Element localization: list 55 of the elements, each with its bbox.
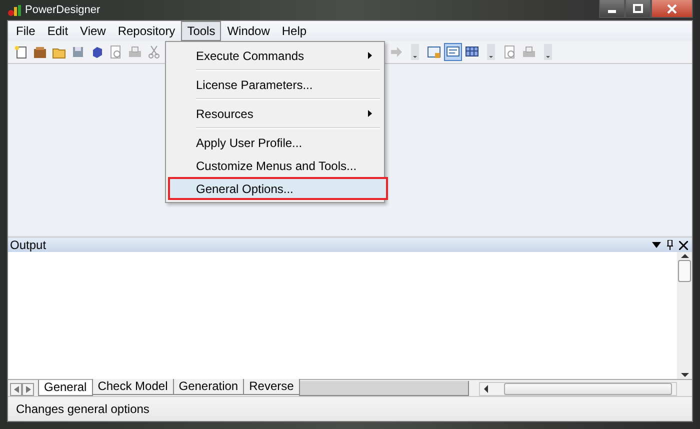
scissors-icon	[147, 45, 161, 59]
right-arrow-icon	[26, 386, 30, 393]
browser-window-icon	[427, 45, 441, 59]
print-preview-icon	[503, 45, 517, 59]
menu-item[interactable]: Window	[221, 21, 276, 41]
vertical-scrollbar[interactable]	[677, 252, 692, 379]
menu-item[interactable]: View	[74, 21, 112, 41]
close-button[interactable]	[651, 0, 693, 18]
menu-option[interactable]: Resources	[168, 102, 382, 125]
save-icon	[71, 45, 85, 59]
close-icon[interactable]	[679, 240, 688, 250]
toolbar-button[interactable]	[444, 43, 462, 61]
minimize-button[interactable]	[599, 0, 625, 18]
menu-option[interactable]: Customize Menus and Tools...	[168, 154, 382, 177]
dropdown-icon[interactable]	[652, 242, 661, 248]
menu-item[interactable]: Repository	[112, 21, 182, 41]
horizontal-scrollbar[interactable]	[478, 382, 677, 396]
scroll-right-button[interactable]	[22, 383, 34, 396]
scrollbar-thumb[interactable]	[678, 260, 691, 282]
panel-title: Output	[10, 238, 46, 252]
left-arrow-icon	[14, 386, 18, 393]
menu-item[interactable]: Edit	[41, 21, 74, 41]
toolbar-options-icon	[487, 44, 495, 60]
menu-option[interactable]: General Options...	[168, 177, 388, 200]
status-text: Changes general options	[16, 402, 150, 416]
toolbar-options-icon	[544, 44, 552, 60]
menu-option[interactable]: Execute Commands	[168, 44, 382, 67]
output-tab[interactable]: Generation	[172, 379, 244, 395]
maximize-button[interactable]	[625, 0, 651, 18]
printer-icon	[128, 45, 142, 59]
menu-option[interactable]: Apply User Profile...	[168, 131, 382, 154]
minimize-icon	[608, 10, 616, 12]
output-window-icon	[446, 45, 460, 59]
menu-item[interactable]: Help	[276, 21, 313, 41]
grid-window-icon	[465, 45, 479, 59]
window-title: PowerDesigner	[25, 4, 100, 16]
new-document-icon	[14, 45, 28, 59]
pin-icon[interactable]	[667, 240, 673, 250]
close-icon	[667, 4, 677, 14]
app-logo-icon	[7, 3, 21, 17]
menu-item[interactable]: File	[10, 21, 42, 41]
printer-icon	[522, 45, 536, 59]
cube-icon	[90, 45, 104, 59]
output-tab[interactable]: Check Model	[92, 379, 174, 395]
print-preview-icon	[109, 45, 123, 59]
menu-item[interactable]: Tools	[181, 21, 222, 41]
output-tab[interactable]: General	[38, 380, 93, 396]
scroll-left-icon[interactable]	[482, 385, 490, 393]
maximize-icon	[633, 4, 643, 14]
package-icon	[33, 45, 47, 59]
scroll-left-button[interactable]	[10, 383, 22, 396]
arrow-icon	[389, 45, 403, 59]
toolbar-options-icon	[411, 44, 419, 60]
menu-option[interactable]: License Parameters...	[168, 73, 382, 96]
output-tab[interactable]: Reverse	[243, 379, 300, 395]
